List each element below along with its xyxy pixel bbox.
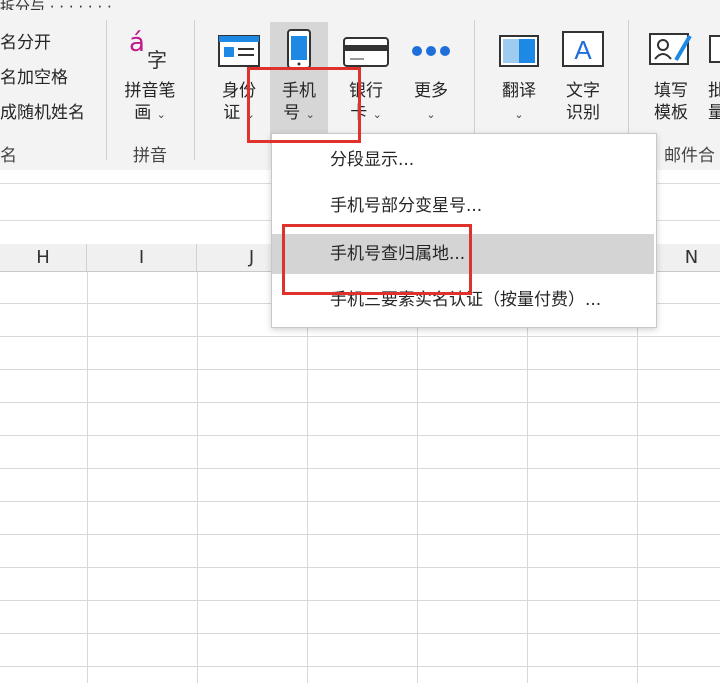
ocr-label-2: 识别	[566, 103, 600, 123]
translate-button[interactable]: 翻译 ⌄	[492, 22, 546, 126]
column-header-i[interactable]: I	[87, 244, 197, 271]
name-group-label: 名	[0, 146, 17, 166]
chevron-down-icon: ⌄	[514, 108, 524, 121]
chevron-down-icon: ⌄	[426, 108, 436, 121]
pinyin-stroke-label-1: 拼音笔	[124, 81, 176, 101]
more-dots-icon	[404, 22, 458, 80]
more-label: 更多	[414, 81, 448, 101]
more-button[interactable]: 更多 ⌄	[404, 22, 458, 126]
chevron-down-icon: ⌄	[156, 108, 166, 121]
highlight-box-menu-item	[282, 224, 472, 295]
translate-label: 翻译	[502, 81, 536, 101]
fill-template-label-1: 填写	[654, 81, 688, 101]
batch-button[interactable]: 批 量	[708, 22, 720, 124]
svg-text:A: A	[574, 35, 592, 65]
pinyin-stroke-button[interactable]: á 字 拼音笔 画 ⌄	[120, 22, 180, 126]
divider	[194, 20, 195, 160]
person-card-icon	[642, 22, 700, 80]
mail-merge-group-label: 邮件合	[664, 146, 715, 166]
highlight-box-phone-button	[247, 67, 361, 143]
divider	[106, 20, 107, 160]
batch-icon	[708, 22, 720, 80]
batch-label-2: 量	[708, 103, 720, 123]
add-space-name-item[interactable]: 名加空格	[0, 63, 68, 88]
cell-grid[interactable]	[0, 272, 720, 683]
menu-item-mask-phone[interactable]: 手机号部分变星号...	[272, 186, 654, 226]
random-name-item[interactable]: 成随机姓名	[0, 98, 85, 123]
pinyin-stroke-label-2: 画	[134, 103, 152, 123]
ocr-label-1: 文字	[566, 81, 600, 101]
pinyin-icon: á 字	[129, 28, 167, 72]
ocr-icon: A	[556, 22, 610, 80]
ribbon-top-cut-text: 拆分与 · · · · · · ·	[0, 0, 112, 10]
chevron-down-icon: ⌄	[372, 108, 382, 121]
menu-item-segment-display[interactable]: 分段显示...	[272, 140, 654, 180]
fill-template-label-2: 模板	[654, 103, 688, 123]
column-header-h[interactable]: H	[0, 244, 87, 271]
split-name-item[interactable]: 名分开	[0, 28, 51, 53]
fill-template-button[interactable]: 填写 模板	[642, 22, 700, 124]
batch-label-1: 批	[708, 81, 720, 101]
translate-icon	[492, 22, 546, 80]
ocr-button[interactable]: A 文字 识别	[556, 22, 610, 124]
id-card-label-2: 证	[223, 103, 241, 123]
pinyin-group-label: 拼音	[133, 146, 167, 166]
